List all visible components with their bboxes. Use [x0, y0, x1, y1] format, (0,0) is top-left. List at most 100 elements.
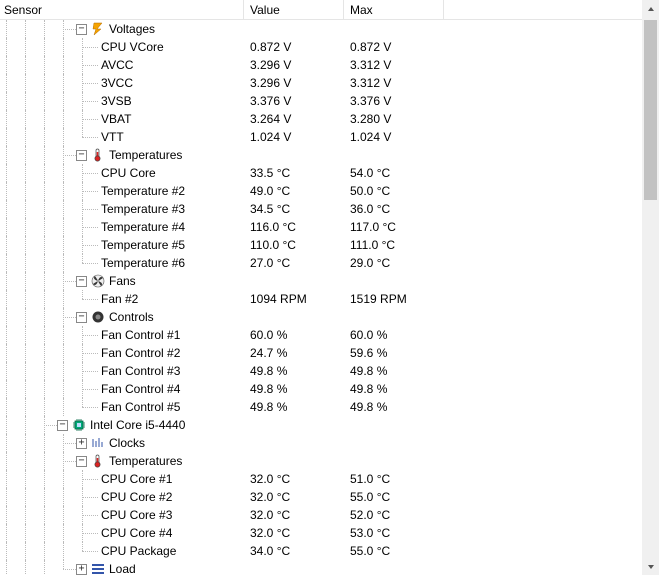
sensor-label: CPU Core #2: [101, 490, 172, 504]
scroll-thumb[interactable]: [644, 20, 657, 200]
sensor-row[interactable]: CPU Core #3 32.0 °C52.0 °C: [0, 506, 641, 524]
sensor-value: 1094 RPM: [244, 292, 344, 306]
sensor-max: 54.0 °C: [344, 166, 444, 180]
fan-icon: [91, 274, 105, 288]
sensor-label: Fan Control #3: [101, 364, 180, 378]
sensor-row[interactable]: 3VSB3.376 V3.376 V: [0, 92, 641, 110]
header-sensor[interactable]: Sensor: [0, 0, 244, 19]
sensor-label: AVCC: [101, 58, 133, 72]
sensor-row[interactable]: Fan Control #2 24.7 %59.6 %: [0, 344, 641, 362]
sensor-row[interactable]: CPU Package34.0 °C55.0 °C: [0, 542, 641, 560]
sensor-label: CPU Core #3: [101, 508, 172, 522]
sensor-label: Temperature #4: [101, 220, 185, 234]
collapse-toggle[interactable]: [76, 456, 87, 467]
sensor-max: 50.0 °C: [344, 184, 444, 198]
sensor-label: Fan Control #2: [101, 346, 180, 360]
cpu-icon: [72, 418, 86, 432]
sensor-row[interactable]: Temperature #249.0 °C50.0 °C: [0, 182, 641, 200]
expand-toggle[interactable]: [76, 438, 87, 449]
sensor-value: 32.0 °C: [244, 508, 344, 522]
sensor-max: 49.8 %: [344, 382, 444, 396]
sensor-label: CPU Core: [101, 166, 156, 180]
sensor-max: 1519 RPM: [344, 292, 444, 306]
sensor-value: 32.0 °C: [244, 472, 344, 486]
sensor-row[interactable]: Temperature #3 34.5 °C36.0 °C: [0, 200, 641, 218]
collapse-toggle[interactable]: [76, 150, 87, 161]
sensor-row[interactable]: CPU VCore0.872 V0.872 V: [0, 38, 641, 56]
sensor-max: 59.6 %: [344, 346, 444, 360]
sensor-value: 34.5 °C: [244, 202, 344, 216]
thermometer-icon: [91, 454, 105, 468]
tree-group[interactable]: Temperatures: [0, 452, 641, 470]
tree-group[interactable]: Load: [0, 560, 641, 575]
sensor-label: Fan Control #5: [101, 400, 180, 414]
sensor-max: 52.0 °C: [344, 508, 444, 522]
sensor-value: 32.0 °C: [244, 490, 344, 504]
sensor-row[interactable]: CPU Core33.5 °C54.0 °C: [0, 164, 641, 182]
group-label: Controls: [109, 310, 154, 324]
sensor-label: VBAT: [101, 112, 131, 126]
tree-group[interactable]: Temperatures: [0, 146, 641, 164]
sensor-max: 51.0 °C: [344, 472, 444, 486]
scroll-up-button[interactable]: [642, 0, 659, 17]
bolt-icon: [91, 22, 105, 36]
sensor-max: 55.0 °C: [344, 490, 444, 504]
sensor-row[interactable]: Fan Control #4 49.8 %49.8 %: [0, 380, 641, 398]
sensor-max: 3.312 V: [344, 76, 444, 90]
collapse-toggle[interactable]: [76, 24, 87, 35]
column-header[interactable]: Sensor Value Max: [0, 0, 659, 20]
vertical-scrollbar[interactable]: [642, 0, 659, 575]
sensor-max: 55.0 °C: [344, 544, 444, 558]
group-label: Load: [109, 562, 136, 575]
group-label: Clocks: [109, 436, 145, 450]
sensor-label: Temperature #3: [101, 202, 185, 216]
sensor-label: CPU Package: [101, 544, 176, 558]
collapse-toggle[interactable]: [57, 420, 68, 431]
tree-group[interactable]: Voltages: [0, 20, 641, 38]
scroll-down-button[interactable]: [642, 558, 659, 575]
sensor-row[interactable]: Fan Control #349.8 %49.8 %: [0, 362, 641, 380]
sensor-label: CPU Core #1: [101, 472, 172, 486]
tree-group[interactable]: Intel Core i5-4440: [0, 416, 641, 434]
sensor-row[interactable]: Fan Control #549.8 %49.8 %: [0, 398, 641, 416]
sensor-value: 24.7 %: [244, 346, 344, 360]
sensor-value: 110.0 °C: [244, 238, 344, 252]
expand-toggle[interactable]: [76, 564, 87, 575]
sensor-max: 36.0 °C: [344, 202, 444, 216]
sensor-row[interactable]: Temperature #5110.0 °C111.0 °C: [0, 236, 641, 254]
sensor-row[interactable]: Temperature #627.0 °C29.0 °C: [0, 254, 641, 272]
collapse-toggle[interactable]: [76, 312, 87, 323]
sensor-row[interactable]: CPU Core #1 32.0 °C51.0 °C: [0, 470, 641, 488]
sensor-label: CPU Core #4: [101, 526, 172, 540]
sensor-label: Fan Control #1: [101, 328, 180, 342]
tree-group[interactable]: Fans: [0, 272, 641, 290]
sensor-row[interactable]: AVCC3.296 V3.312 V: [0, 56, 641, 74]
sensor-max: 29.0 °C: [344, 256, 444, 270]
collapse-toggle[interactable]: [76, 276, 87, 287]
sensor-value: 49.8 %: [244, 400, 344, 414]
header-max[interactable]: Max: [344, 0, 444, 19]
sensor-row[interactable]: Fan Control #160.0 %60.0 %: [0, 326, 641, 344]
sensor-label: Temperature #6: [101, 256, 185, 270]
sensor-max: 1.024 V: [344, 130, 444, 144]
tree-group[interactable]: Clocks: [0, 434, 641, 452]
sensor-max: 3.280 V: [344, 112, 444, 126]
sensor-tree[interactable]: VoltagesCPU VCore0.872 V0.872 VAVCC3.296…: [0, 20, 641, 575]
header-value[interactable]: Value: [244, 0, 344, 19]
sensor-label: Fan Control #4: [101, 382, 180, 396]
sensor-row[interactable]: CPU Core #4 32.0 °C53.0 °C: [0, 524, 641, 542]
sensor-max: 60.0 %: [344, 328, 444, 342]
sensor-max: 111.0 °C: [344, 238, 444, 252]
tree-group[interactable]: Controls: [0, 308, 641, 326]
sensor-value: 32.0 °C: [244, 526, 344, 540]
sensor-row[interactable]: 3VCC3.296 V3.312 V: [0, 74, 641, 92]
sensor-row[interactable]: VTT1.024 V1.024 V: [0, 128, 641, 146]
sensor-row[interactable]: Temperature #4116.0 °C117.0 °C: [0, 218, 641, 236]
sensor-value: 49.8 %: [244, 382, 344, 396]
sensor-value: 3.296 V: [244, 76, 344, 90]
sensor-value: 49.8 %: [244, 364, 344, 378]
sensor-row[interactable]: CPU Core #2 32.0 °C55.0 °C: [0, 488, 641, 506]
sensor-row[interactable]: VBAT3.264 V3.280 V: [0, 110, 641, 128]
sensor-row[interactable]: Fan #21094 RPM1519 RPM: [0, 290, 641, 308]
sensor-max: 53.0 °C: [344, 526, 444, 540]
